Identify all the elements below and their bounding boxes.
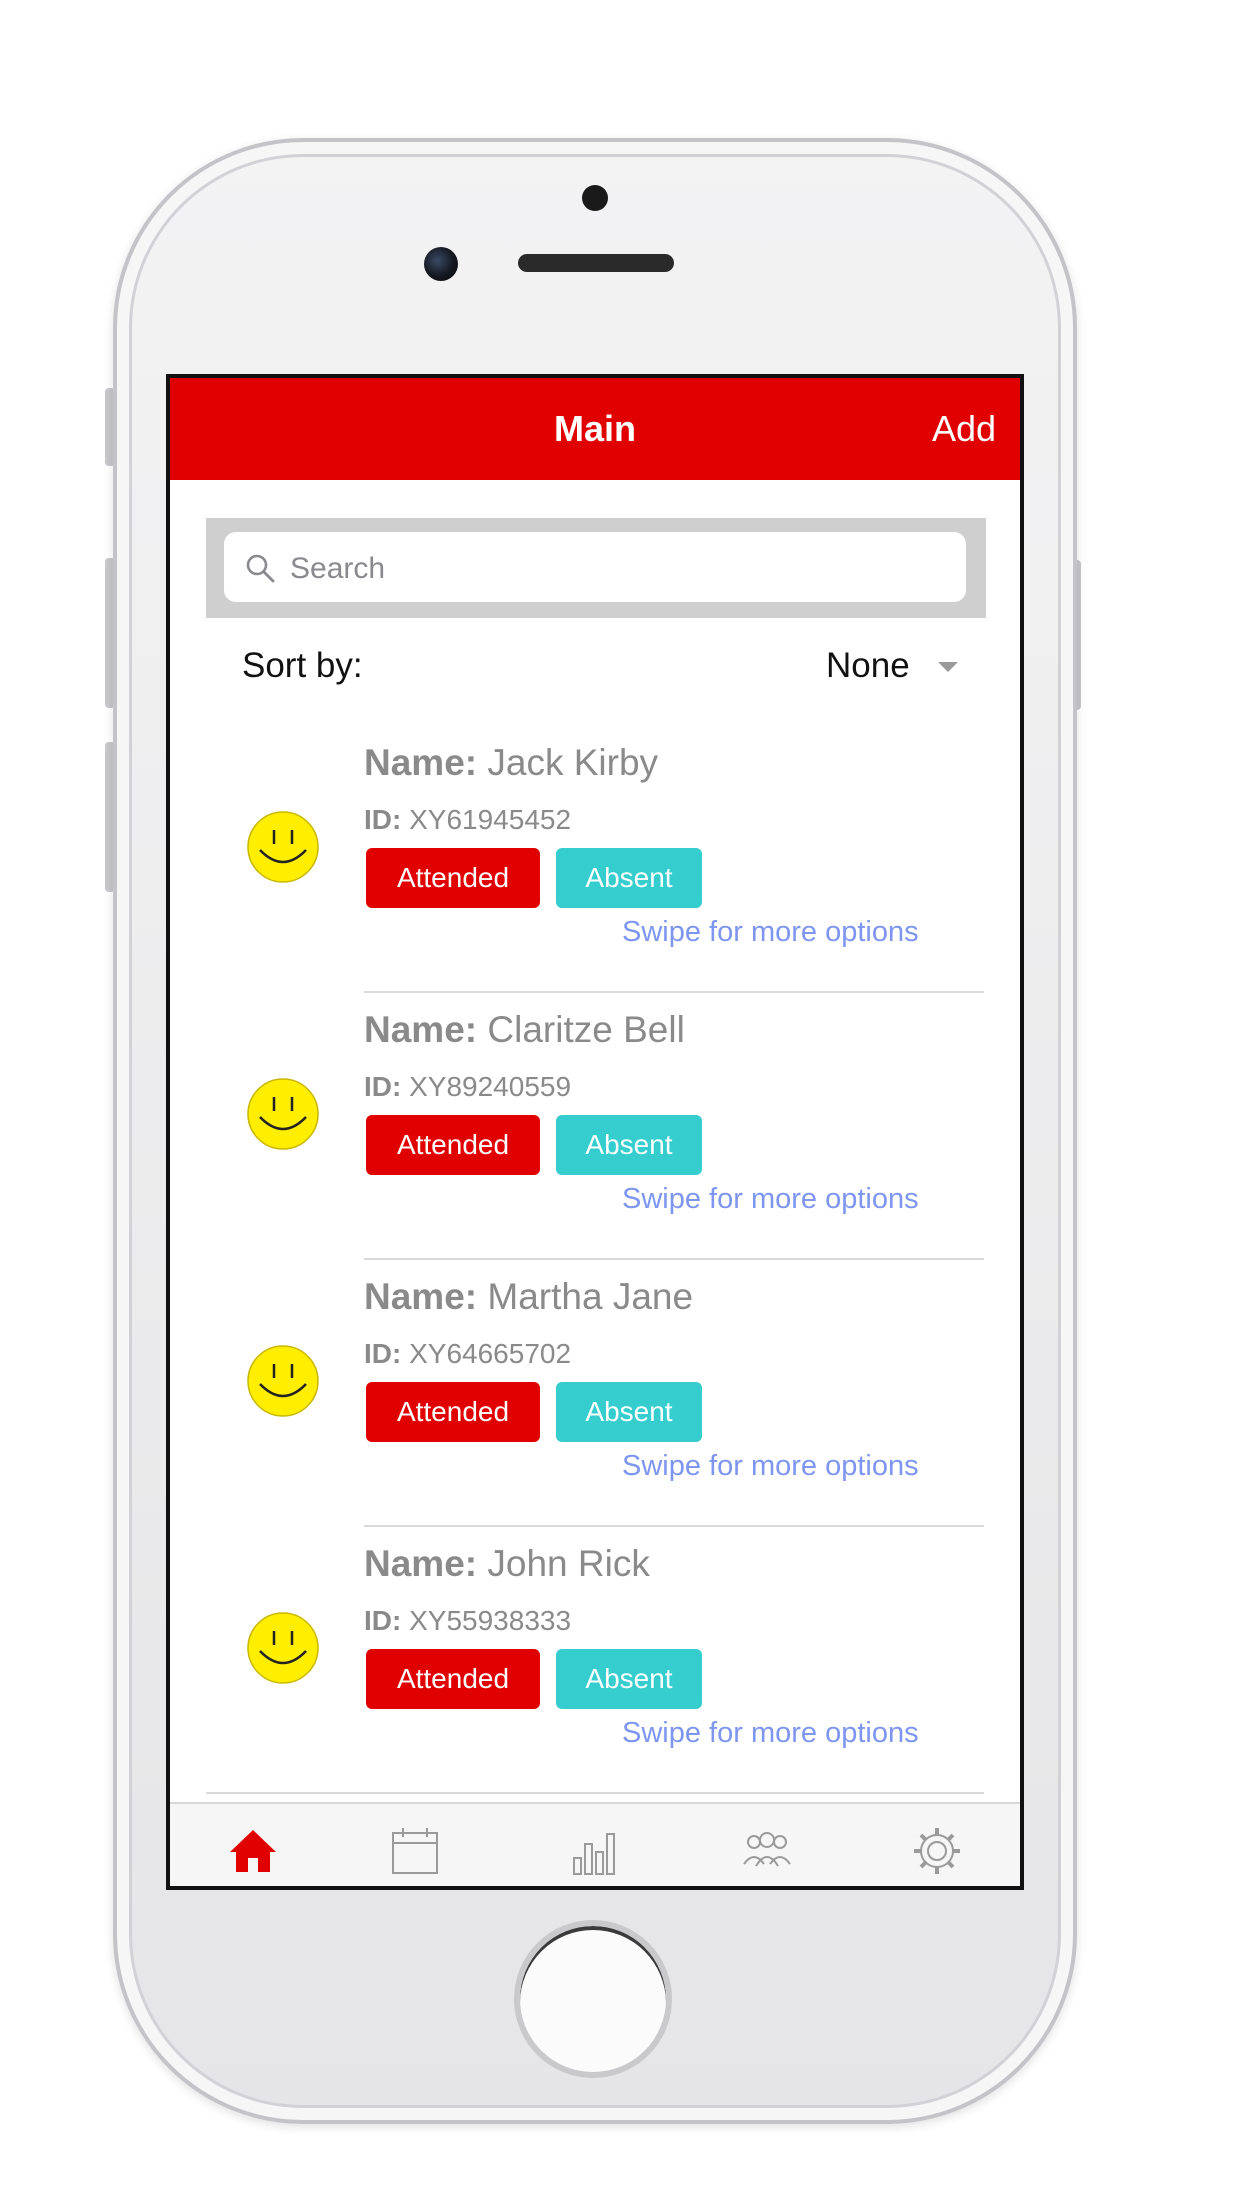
name-key: Name:: [364, 1009, 478, 1050]
absent-button[interactable]: Absent: [556, 1115, 702, 1175]
swipe-hint: Swipe for more options: [622, 1450, 919, 1482]
name-key: Name:: [364, 742, 478, 783]
search-input[interactable]: Search: [224, 532, 966, 602]
id-value: XY61945452: [409, 804, 572, 835]
name-value: Jack Kirby: [487, 742, 659, 783]
person-id: ID: XY64665702: [364, 1338, 571, 1370]
app-screen: Main Add Search Sort by: None Name: Jack…: [166, 374, 1024, 1890]
calendar-icon[interactable]: [388, 1824, 442, 1878]
id-key: ID:: [364, 804, 402, 835]
id-value: XY64665702: [409, 1338, 572, 1369]
attended-button[interactable]: Attended: [366, 1382, 540, 1442]
id-key: ID:: [364, 1605, 402, 1636]
search-icon: [246, 554, 275, 583]
list-item[interactable]: Name: Martha Jane ID: XY64665702 Attende…: [170, 1260, 1020, 1527]
list-item[interactable]: Name: John Rick ID: XY55938333 Attended …: [170, 1527, 1020, 1794]
list-item[interactable]: Name: Claritze Bell ID: XY89240559 Atten…: [170, 993, 1020, 1260]
id-key: ID:: [364, 1338, 402, 1369]
home-icon[interactable]: [226, 1824, 280, 1878]
person-id: ID: XY61945452: [364, 804, 571, 836]
tab-bar: [170, 1802, 1020, 1886]
person-id: ID: XY89240559: [364, 1071, 571, 1103]
swipe-hint: Swipe for more options: [622, 1717, 919, 1749]
group-icon[interactable]: [740, 1824, 794, 1878]
person-name: Name: Claritze Bell: [364, 1009, 685, 1051]
absent-button[interactable]: Absent: [556, 1382, 702, 1442]
proximity-sensor: [582, 185, 608, 211]
add-button[interactable]: Add: [932, 408, 996, 450]
attended-button[interactable]: Attended: [366, 848, 540, 908]
search-bar: Search: [206, 518, 986, 618]
chevron-down-icon[interactable]: [938, 662, 958, 672]
search-placeholder: Search: [290, 552, 386, 585]
sort-label: Sort by:: [242, 646, 363, 685]
name-key: Name:: [364, 1543, 478, 1584]
earpiece-speaker: [518, 254, 674, 272]
swipe-hint: Swipe for more options: [622, 916, 919, 948]
home-button[interactable]: [514, 1920, 672, 2078]
navigation-bar: Main Add: [170, 378, 1020, 480]
people-list[interactable]: Name: Jack Kirby ID: XY61945452 Attended…: [170, 726, 1020, 1794]
page-title: Main: [553, 408, 636, 449]
front-camera: [424, 247, 458, 281]
absent-button[interactable]: Absent: [556, 1649, 702, 1709]
person-name: Name: Martha Jane: [364, 1276, 693, 1318]
name-key: Name:: [364, 1276, 478, 1317]
id-key: ID:: [364, 1071, 402, 1102]
swipe-hint: Swipe for more options: [622, 1183, 919, 1215]
name-value: Claritze Bell: [487, 1009, 685, 1050]
smiley-avatar-icon: [247, 1345, 319, 1417]
attended-button[interactable]: Attended: [366, 1115, 540, 1175]
list-item[interactable]: Name: Jack Kirby ID: XY61945452 Attended…: [170, 726, 1020, 993]
person-id: ID: XY55938333: [364, 1605, 571, 1637]
smiley-avatar-icon: [247, 1078, 319, 1150]
absent-button[interactable]: Absent: [556, 848, 702, 908]
smiley-avatar-icon: [247, 811, 319, 883]
name-value: John Rick: [487, 1543, 650, 1584]
id-value: XY89240559: [409, 1071, 572, 1102]
id-value: XY55938333: [409, 1605, 572, 1636]
name-value: Martha Jane: [487, 1276, 694, 1317]
sort-dropdown[interactable]: None: [826, 646, 910, 686]
smiley-avatar-icon: [247, 1612, 319, 1684]
bar-chart-icon[interactable]: [568, 1824, 622, 1878]
divider: [206, 1792, 984, 1794]
person-name: Name: John Rick: [364, 1543, 650, 1585]
person-name: Name: Jack Kirby: [364, 742, 658, 784]
attended-button[interactable]: Attended: [366, 1649, 540, 1709]
gear-icon[interactable]: [910, 1824, 964, 1878]
